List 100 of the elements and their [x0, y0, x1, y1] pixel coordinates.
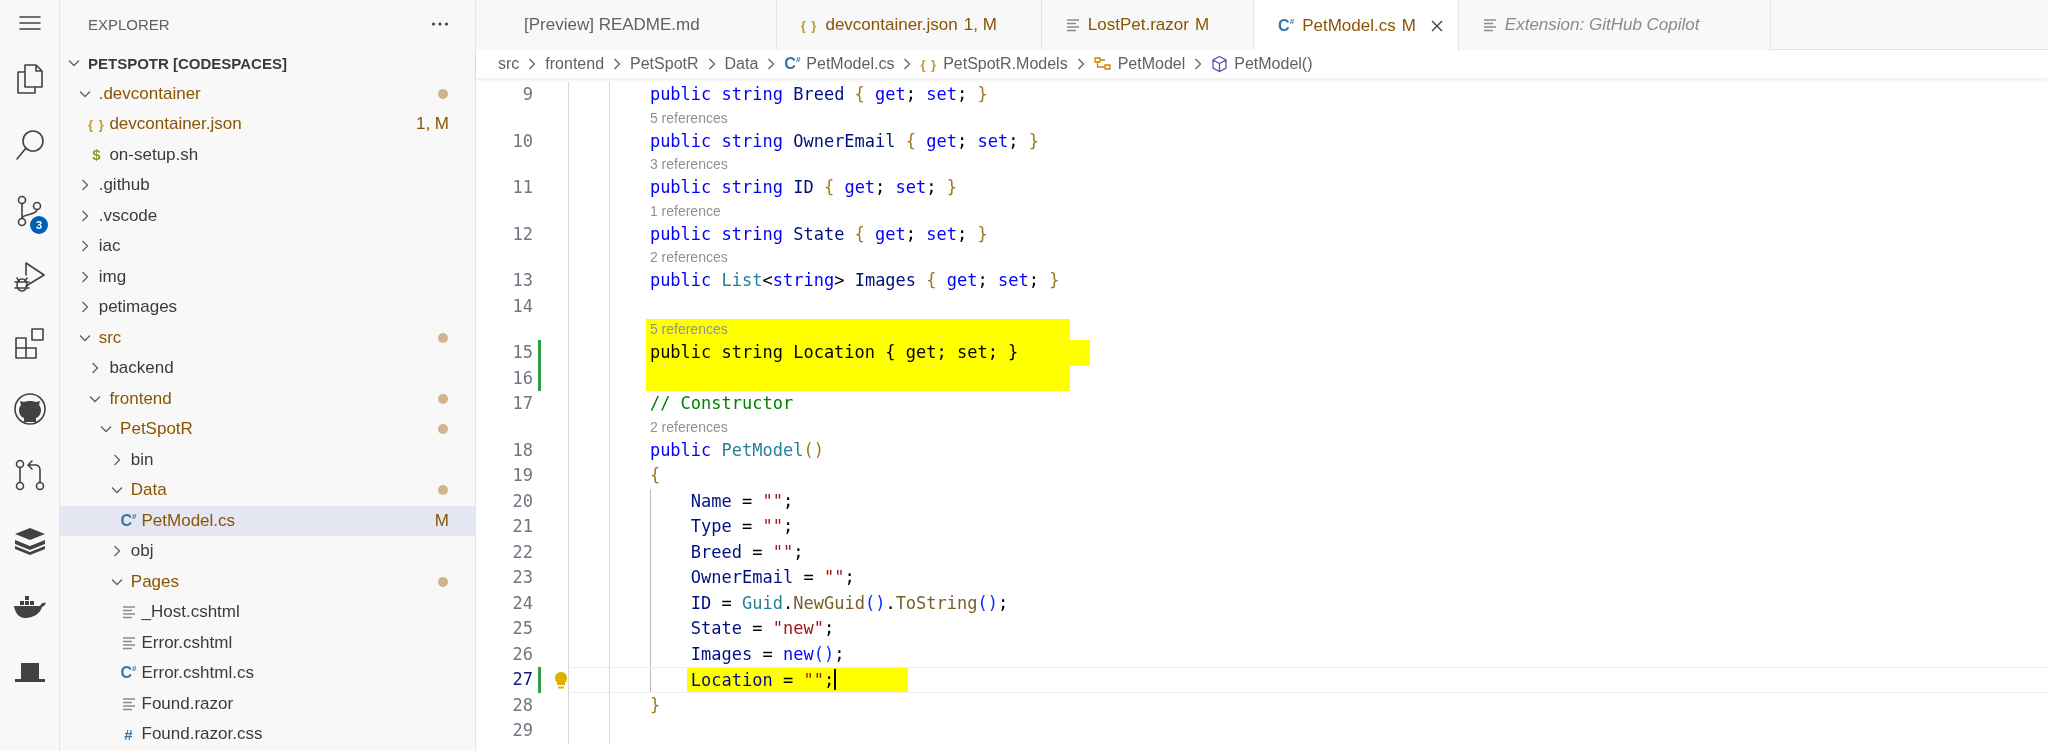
- tree-item[interactable]: .devcontainer: [60, 78, 475, 109]
- tree-item[interactable]: C$^{#}$ Error.cshtml.cs: [60, 658, 475, 689]
- code-line: Type = "";: [690, 515, 794, 538]
- line-number: 16: [511, 366, 533, 390]
- folder-name: .vscode: [98, 205, 159, 226]
- panel-title: EXPLORER: [88, 15, 170, 33]
- tab[interactable]: LostPet.razor M: [1041, 0, 1255, 50]
- tree-item[interactable]: obj: [60, 536, 475, 567]
- line-number: 28: [511, 693, 533, 717]
- class-icon: [1093, 56, 1112, 72]
- tree-item[interactable]: img: [60, 261, 475, 292]
- file-name: devcontainer.json: [109, 114, 243, 135]
- breadcrumb-item[interactable]: Data: [724, 55, 759, 73]
- tree-item[interactable]: Data: [60, 475, 475, 506]
- folder-name: Data: [130, 480, 168, 501]
- line-number: 14: [511, 294, 533, 318]
- breadcrumb-item[interactable]: frontend: [545, 55, 605, 73]
- tab[interactable]: [Preview] README.md: [476, 0, 777, 50]
- breadcrumb-item[interactable]: PetModel: [1093, 55, 1186, 73]
- file-name: _Host.cshtml: [141, 602, 241, 623]
- c-sharp-icon: C$^{#}$: [120, 665, 137, 682]
- file-name: Error.cshtml: [141, 632, 234, 653]
- breadcrumb-item[interactable]: { } PetSpotR.Models: [920, 55, 1068, 73]
- reference-count[interactable]: 1 reference: [649, 200, 721, 222]
- code-line: // Constructor: [649, 392, 794, 415]
- tree-item[interactable]: frontend: [60, 383, 475, 414]
- line-number: 20: [511, 489, 533, 513]
- tab[interactable]: Extension: GitHub Copilot: [1458, 0, 1771, 50]
- extensions-icon[interactable]: [12, 326, 47, 360]
- c-sharp-icon: C$^{#}$: [784, 55, 801, 73]
- tab[interactable]: C$^{#}$ PetModel.cs M: [1254, 0, 1459, 51]
- tree-item[interactable]: Error.cshtml: [60, 627, 475, 658]
- status-text: 1, M: [415, 114, 449, 135]
- whale-icon[interactable]: [12, 594, 47, 620]
- tree-item[interactable]: PETSPOTR [CODESPACES]: [60, 48, 475, 79]
- tree-item[interactable]: Found.razor: [60, 688, 475, 719]
- c-sharp-icon: C$^{#}$: [120, 512, 137, 529]
- status-text: M: [1194, 15, 1210, 35]
- breadcrumb-item[interactable]: PetModel(): [1211, 55, 1313, 73]
- tree-item[interactable]: backend: [60, 353, 475, 384]
- count-badge: 3: [30, 216, 48, 234]
- search-icon[interactable]: [13, 128, 46, 162]
- folder-name: frontend: [109, 388, 173, 409]
- files-icon[interactable]: [14, 62, 45, 96]
- code-line: State = "new";: [690, 617, 835, 640]
- lines-icon: [1065, 18, 1080, 32]
- hat-icon[interactable]: [12, 661, 47, 685]
- lines-icon: [1482, 18, 1497, 32]
- tree-item[interactable]: # Found.razor.css: [60, 719, 475, 750]
- breadcrumb-item[interactable]: src: [498, 55, 520, 73]
- reference-count[interactable]: 3 references: [649, 154, 728, 175]
- reference-count[interactable]: 2 references: [649, 247, 728, 268]
- tree-item[interactable]: PetSpotR: [60, 414, 475, 445]
- braces-icon: { }: [800, 17, 818, 33]
- tree-item[interactable]: .vscode: [60, 200, 475, 231]
- pull-request-icon[interactable]: [13, 458, 46, 492]
- tree-item[interactable]: { } devcontainer.json 1, M: [60, 109, 475, 140]
- close-icon[interactable]: [1429, 18, 1444, 33]
- cube-icon: [1211, 55, 1229, 73]
- code-line: public PetModel(): [649, 438, 824, 462]
- tree-item[interactable]: petimages: [60, 292, 475, 323]
- workspace-name: PETSPOTR [CODESPACES]: [88, 54, 288, 72]
- status-text: M: [434, 510, 449, 531]
- folder-name: bin: [130, 449, 155, 470]
- tree-item[interactable]: src: [60, 322, 475, 353]
- tree-item[interactable]: .github: [60, 170, 475, 201]
- code-line: public string ID { get; set; }: [649, 176, 958, 199]
- more-icon[interactable]: [431, 21, 449, 27]
- run-debug-icon[interactable]: [12, 260, 47, 294]
- dollar-icon: $: [92, 147, 101, 163]
- code-line: Name = "";: [690, 489, 794, 513]
- line-number: 12: [511, 222, 533, 246]
- line-number: 17: [511, 392, 533, 415]
- file-name: Found.razor.css: [141, 724, 264, 745]
- lines-icon: [121, 696, 136, 711]
- menu-icon[interactable]: [17, 14, 42, 32]
- tab[interactable]: { } devcontainer.json 1, M: [776, 0, 1042, 50]
- folder-name: src: [98, 327, 123, 348]
- code-line: OwnerEmail = "";: [690, 566, 855, 589]
- code-line: public string Location { get; set; }: [649, 341, 1019, 364]
- reference-count[interactable]: 2 references: [649, 416, 728, 438]
- tree-item[interactable]: bin: [60, 444, 475, 475]
- line-number: 13: [511, 269, 533, 292]
- line-number: 18: [511, 438, 533, 462]
- line-number: 21: [511, 515, 533, 538]
- code-line: public string State { get; set; }: [649, 222, 988, 246]
- folder-name: iac: [98, 236, 122, 257]
- tree-item[interactable]: $ on-setup.sh: [60, 139, 475, 170]
- cat-icon[interactable]: [12, 392, 47, 426]
- tree-item[interactable]: C$^{#}$ PetModel.cs M: [60, 505, 475, 536]
- breadcrumb-item[interactable]: PetSpotR: [630, 55, 699, 73]
- reference-count[interactable]: 5 references: [649, 107, 728, 129]
- line-number: 25: [511, 617, 533, 640]
- breadcrumb-item[interactable]: C$^{#}$ PetModel.cs: [784, 55, 895, 73]
- file-name: Found.razor: [141, 693, 235, 714]
- braces-icon: { }: [88, 117, 105, 131]
- tree-item[interactable]: _Host.cshtml: [60, 597, 475, 628]
- tree-item[interactable]: iac: [60, 231, 475, 262]
- tree-item[interactable]: Pages: [60, 566, 475, 597]
- layers-icon[interactable]: [12, 526, 47, 556]
